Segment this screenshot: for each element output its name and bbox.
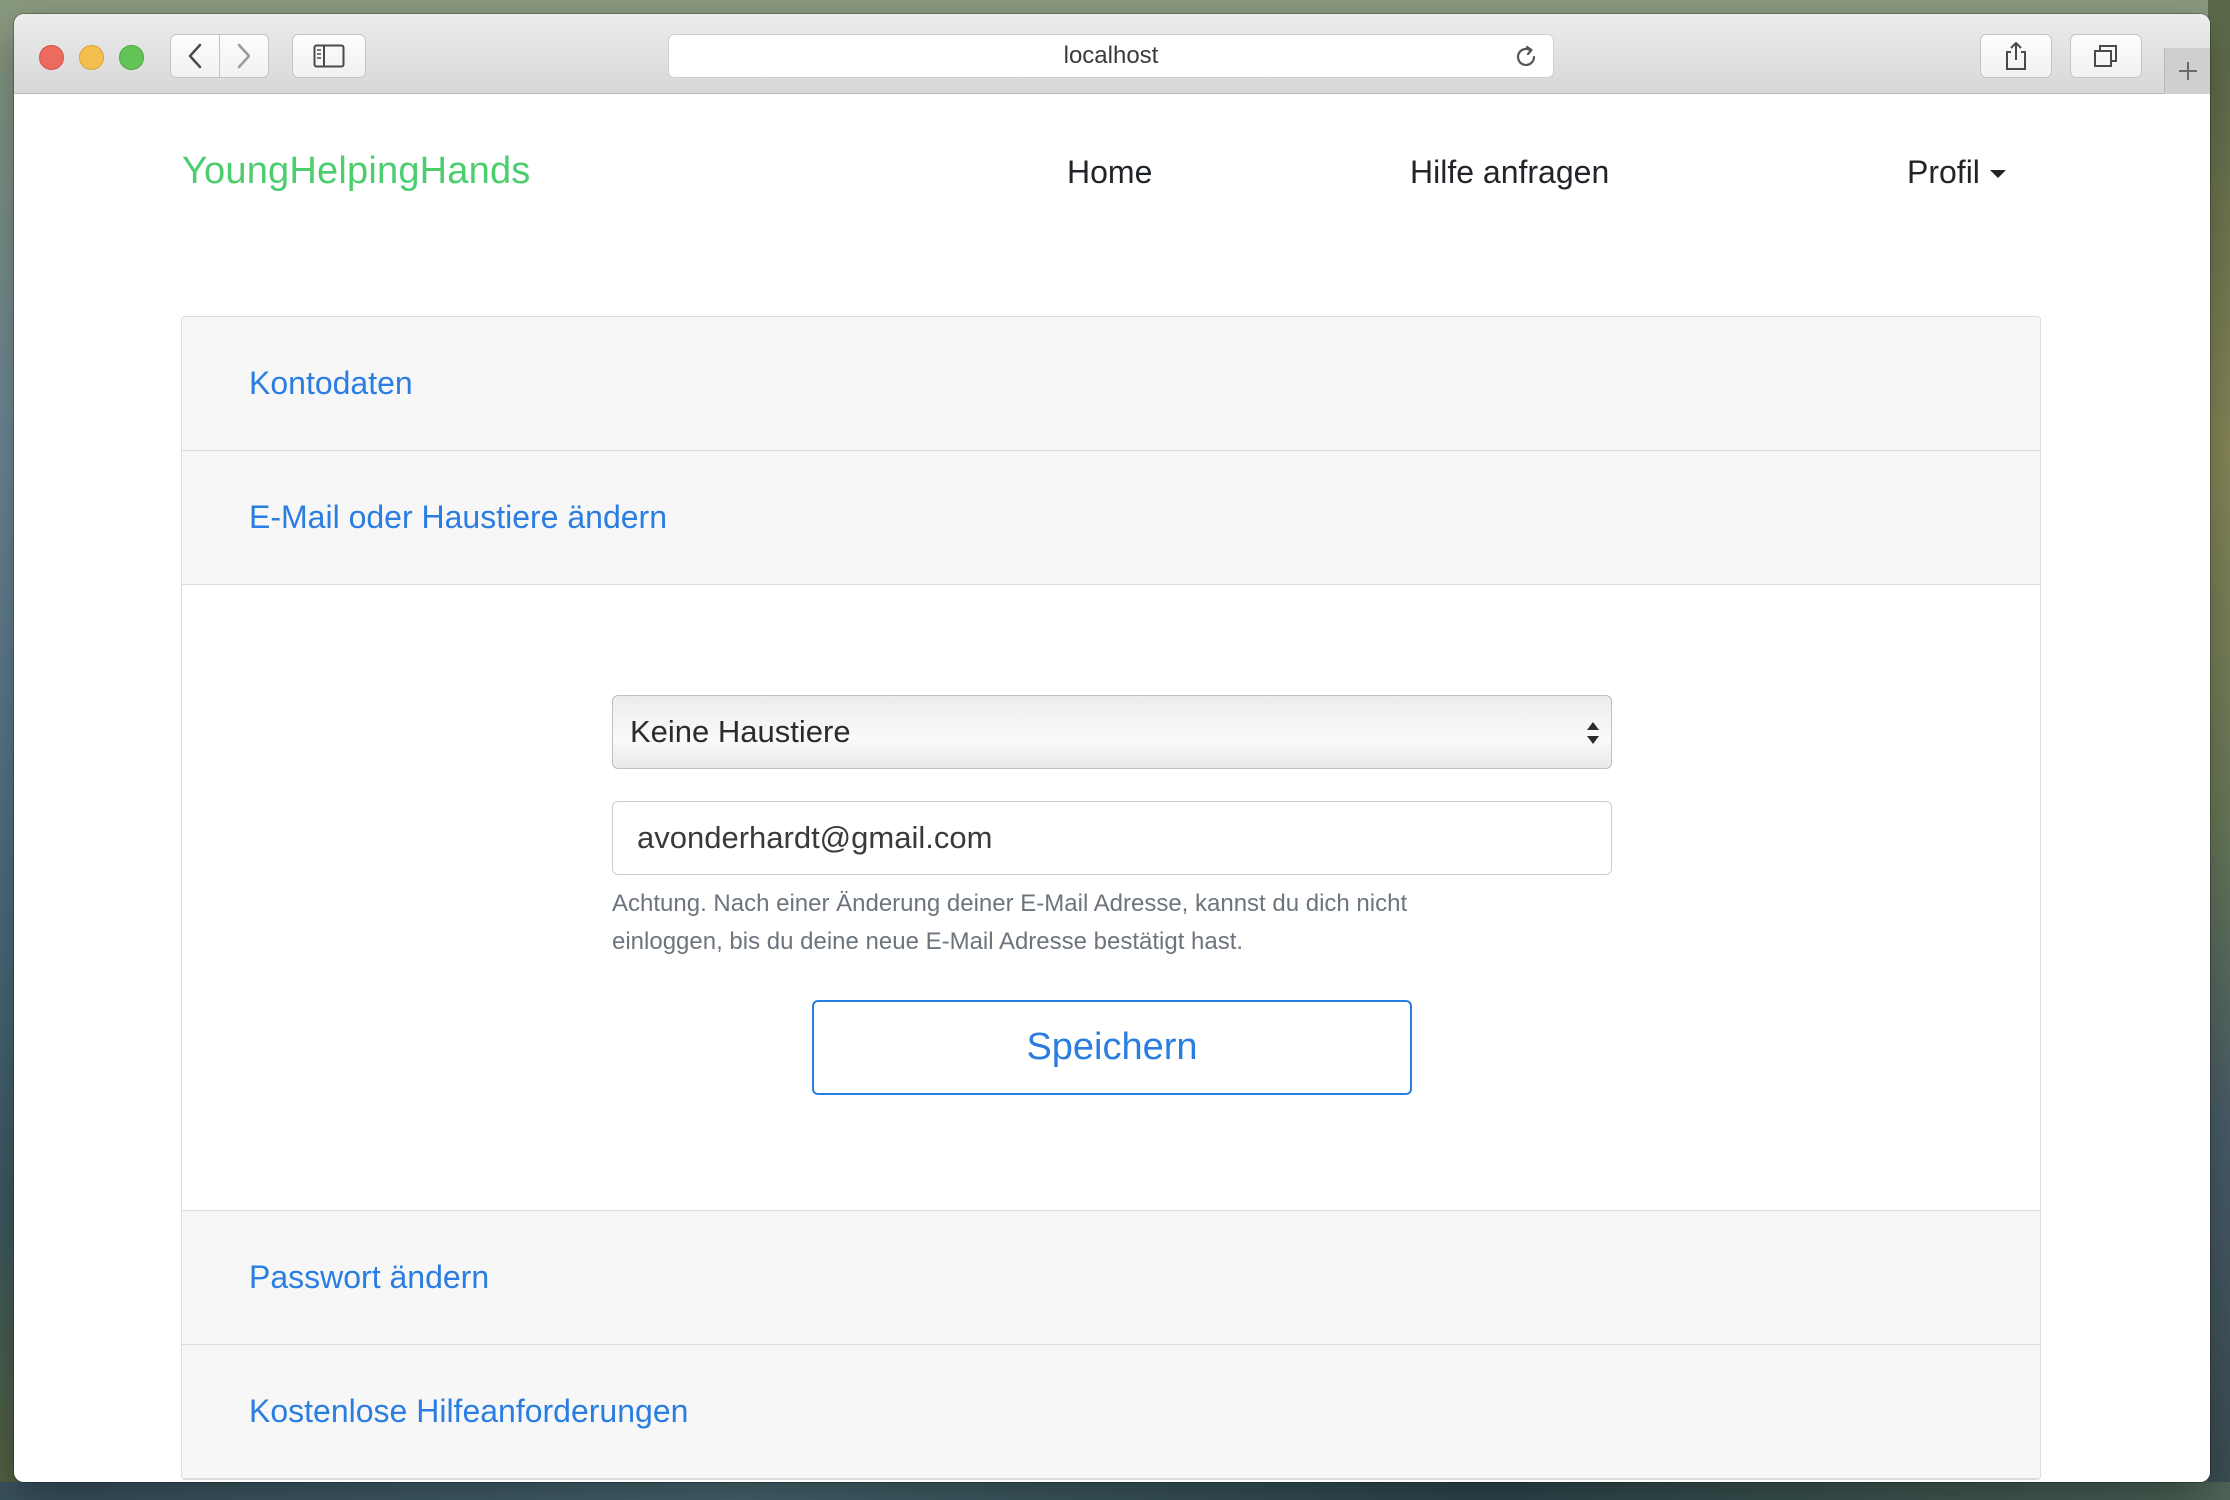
desktop-background (2208, 0, 2230, 1500)
reload-icon[interactable] (1513, 44, 1539, 70)
show-tabs-button[interactable] (2070, 34, 2142, 78)
accordion-header-label: Passwort ändern (249, 1259, 490, 1295)
select-arrows-icon (1587, 722, 1599, 744)
web-page: YoungHelpingHands Home Hilfe anfragen Pr… (14, 94, 2210, 1482)
brand-logo[interactable]: YoungHelpingHands (182, 150, 531, 193)
browser-toolbar: localhost (14, 14, 2210, 94)
profile-dropdown[interactable]: Profil (1907, 154, 2006, 191)
tabs-overview-icon (2094, 45, 2117, 67)
warning-line-1: Achtung. Nach einer Änderung deiner E-Ma… (612, 890, 1408, 917)
plus-icon (2178, 62, 2197, 80)
new-tab-button[interactable] (2164, 48, 2210, 94)
profile-dropdown-label: Profil (1907, 154, 1980, 190)
pets-select-value: Keine Haustiere (630, 714, 851, 749)
pets-select[interactable]: Keine Haustiere (612, 695, 1612, 769)
address-bar[interactable]: localhost (668, 34, 1554, 78)
forward-button[interactable] (219, 34, 269, 78)
browser-window: localhost YoungHelpingHands Home Hilfe a… (14, 14, 2210, 1482)
chevron-left-icon (188, 43, 202, 69)
accordion-header-kontodaten[interactable]: Kontodaten (182, 317, 2040, 451)
accordion-header-hilfeanforderungen[interactable]: Kostenlose Hilfeanforderungen (182, 1345, 2040, 1479)
share-button[interactable] (1980, 34, 2052, 78)
accordion-header-label: E-Mail oder Haustiere ändern (249, 499, 667, 535)
sidebar-toggle-button[interactable] (292, 34, 366, 78)
email-field[interactable]: avonderhardt@gmail.com (612, 801, 1612, 875)
minimize-window-button[interactable] (79, 45, 104, 70)
accordion-body-email-haustiere: Keine Haustiere avonderhardt@gmail.com A… (182, 585, 2040, 1211)
nav-link-hilfe-anfragen[interactable]: Hilfe anfragen (1410, 154, 1609, 191)
accordion-header-label: Kontodaten (249, 365, 413, 401)
accordion-header-label: Kostenlose Hilfeanforderungen (249, 1393, 689, 1429)
caret-down-icon (1989, 169, 2006, 178)
email-field-value: avonderhardt@gmail.com (637, 820, 993, 855)
close-window-button[interactable] (39, 45, 64, 70)
desktop-background-bottom (0, 1482, 2230, 1500)
accordion-header-email-haustiere[interactable]: E-Mail oder Haustiere ändern (182, 451, 2040, 585)
share-icon (2006, 42, 2026, 70)
address-bar-url: localhost (1063, 42, 1159, 69)
save-button[interactable]: Speichern (812, 1000, 1412, 1095)
zoom-window-button[interactable] (119, 45, 144, 70)
sidebar-icon (313, 44, 345, 68)
chevron-right-icon (237, 43, 251, 69)
back-button[interactable] (170, 34, 220, 78)
settings-accordion: Kontodaten E-Mail oder Haustiere ändern … (181, 316, 2041, 1480)
nav-link-home[interactable]: Home (1067, 154, 1152, 191)
accordion-header-passwort[interactable]: Passwort ändern (182, 1211, 2040, 1345)
warning-line-2: einloggen, bis du deine neue E-Mail Adre… (612, 928, 1244, 955)
email-change-warning: Achtung. Nach einer Änderung deiner E-Ma… (612, 885, 1552, 961)
